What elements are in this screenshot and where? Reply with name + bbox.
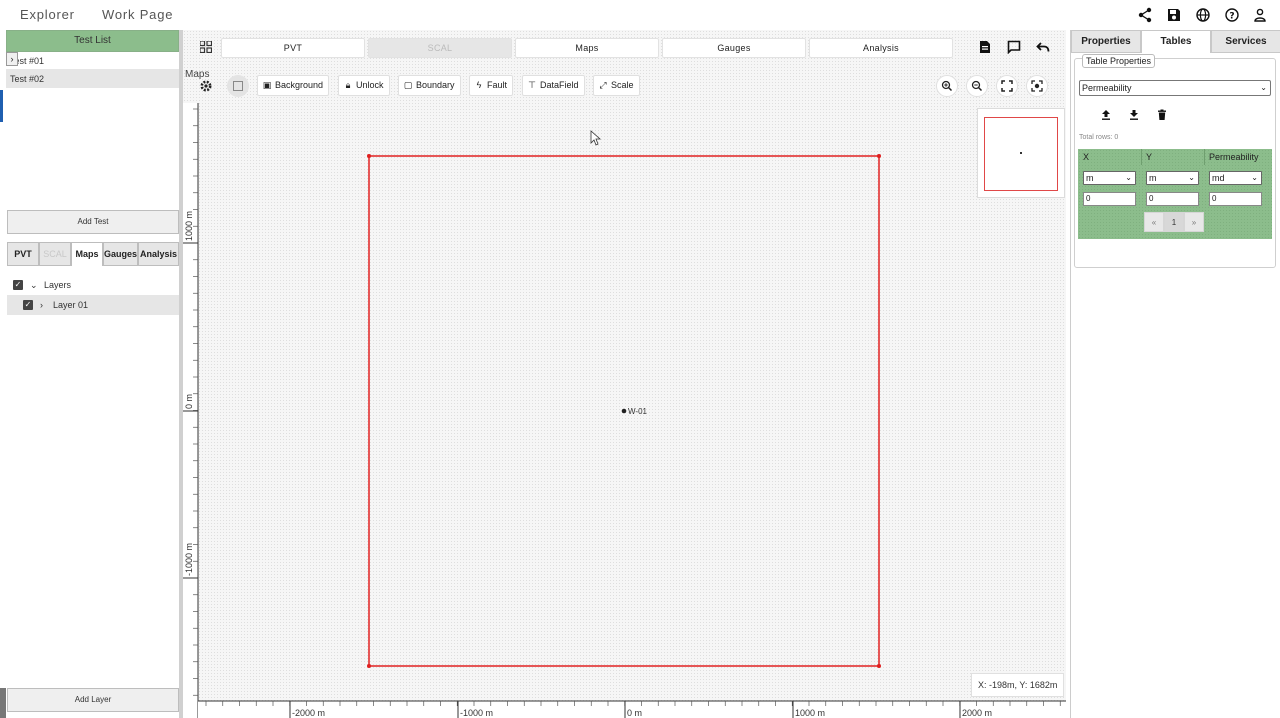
boundary-vertex[interactable] — [877, 154, 881, 158]
x-tick-label: 0 m — [627, 708, 642, 718]
permeability-unit-value: md — [1212, 173, 1225, 183]
tree-row-layers[interactable]: ✓ ⌄ Layers — [7, 275, 179, 295]
add-layer-button[interactable]: Add Layer — [7, 688, 179, 712]
left-tabs: PVT SCAL Maps Gauges Analysis — [7, 242, 180, 266]
column-header-y: Y — [1146, 152, 1153, 162]
globe-icon[interactable] — [1195, 7, 1211, 23]
left-panel: Test List Test #01 Test #02 Add Test PVT… — [6, 30, 180, 718]
pagination: « 1 » — [1144, 212, 1204, 232]
column-divider — [1141, 149, 1142, 165]
well-marker[interactable] — [621, 408, 627, 414]
upload-icon[interactable] — [1101, 109, 1111, 121]
chevron-down-icon: ⌄ — [1125, 173, 1132, 182]
help-icon[interactable]: ? — [1224, 7, 1240, 23]
next-page-button[interactable]: » — [1184, 212, 1204, 232]
permeability-value-input[interactable]: 0 — [1209, 192, 1262, 206]
y-tick-label: 1000 m — [184, 211, 194, 241]
column-header-permeability: Permeability — [1209, 152, 1259, 162]
left-tab-analysis[interactable]: Analysis — [138, 242, 180, 266]
y-unit-value: m — [1149, 173, 1157, 183]
left-tab-gauges[interactable]: Gauges — [103, 242, 139, 266]
left-edge-accent — [0, 90, 3, 122]
y-value-input[interactable]: 0 — [1146, 192, 1199, 206]
page-1-button[interactable]: 1 — [1164, 212, 1184, 232]
table-properties-box: Table Properties Permeability ⌄ Total ro… — [1074, 54, 1276, 268]
map-workspace: PVT SCAL Maps Gauges Analysis Maps ▣ Back… — [183, 30, 1066, 718]
chevron-down-icon: ⌄ — [1251, 173, 1258, 182]
previous-page-button[interactable]: « — [1144, 212, 1164, 232]
delete-icon[interactable] — [1157, 109, 1167, 121]
total-rows-text: Total rows: 0 — [1079, 134, 1119, 141]
column-divider — [1204, 149, 1205, 165]
top-bar: Explorer Work Page ? — [0, 0, 1280, 30]
save-icon[interactable] — [1166, 7, 1182, 23]
x-tick-label: -2000 m — [292, 708, 325, 718]
left-tab-pvt[interactable]: PVT — [7, 242, 39, 266]
table-type-select[interactable]: Permeability ⌄ — [1079, 80, 1271, 96]
column-header-x: X — [1083, 152, 1090, 162]
chevron-down-icon: ⌄ — [1188, 173, 1195, 182]
tab-properties[interactable]: Properties — [1071, 30, 1141, 53]
layers-label: Layers — [44, 280, 72, 290]
boundary-vertex[interactable] — [877, 664, 881, 668]
test-item-02[interactable]: Test #02 — [6, 70, 179, 88]
chevron-down-icon: ⌄ — [1260, 83, 1267, 92]
add-test-button[interactable]: Add Test — [7, 210, 179, 234]
y-unit-select[interactable]: m ⌄ — [1146, 171, 1199, 185]
tree-row-layer-01[interactable]: ✓ › Layer 01 — [7, 295, 179, 315]
cursor-coordinates: X: -198m, Y: 1682m — [971, 673, 1065, 697]
explorer-tab[interactable]: Explorer — [20, 7, 75, 22]
share-icon[interactable] — [1137, 7, 1153, 23]
x-unit-select[interactable]: m ⌄ — [1083, 171, 1136, 185]
work-page-tab[interactable]: Work Page — [102, 7, 173, 22]
right-panel: Properties Tables Services Table Propert… — [1070, 30, 1280, 718]
right-tabs: Properties Tables Services — [1071, 30, 1280, 53]
map-canvas[interactable]: -2000 m -1000 m 0 m 1000 m 2000 m 1000 m… — [183, 30, 1066, 718]
minimap[interactable] — [977, 108, 1065, 198]
collapse-chevron-icon[interactable]: › — [40, 295, 43, 315]
table-properties-legend: Table Properties — [1082, 54, 1156, 68]
layer-01-label: Layer 01 — [53, 300, 89, 310]
layers-checkbox[interactable]: ✓ — [13, 280, 23, 290]
permeability-unit-select[interactable]: md ⌄ — [1209, 171, 1262, 185]
svg-text:?: ? — [1229, 12, 1234, 22]
download-icon[interactable] — [1129, 109, 1139, 121]
left-tab-maps[interactable]: Maps — [71, 242, 103, 266]
mouse-cursor-icon — [590, 130, 602, 146]
layer-01-checkbox[interactable]: ✓ — [23, 300, 33, 310]
tab-services[interactable]: Services — [1211, 30, 1280, 53]
x-tick-label: -1000 m — [460, 708, 493, 718]
y-tick-label: 0 m — [184, 394, 194, 409]
minimap-boundary — [984, 117, 1058, 191]
boundary-vertex[interactable] — [367, 154, 371, 158]
y-tick-label: -1000 m — [184, 543, 194, 576]
table-type-value: Permeability — [1082, 83, 1132, 93]
test-item-01[interactable]: Test #01 — [6, 52, 179, 70]
minimap-well — [1020, 152, 1022, 154]
well-label: W-01 — [628, 407, 648, 416]
tab-tables[interactable]: Tables — [1141, 30, 1211, 53]
data-table: X Y Permeability m ⌄ m ⌄ md ⌄ 0 0 0 « 1 » — [1078, 149, 1272, 239]
expand-chevron-icon[interactable]: ⌄ — [30, 275, 38, 295]
left-tab-scal[interactable]: SCAL — [39, 242, 71, 266]
x-tick-label: 1000 m — [795, 708, 825, 718]
x-value-input[interactable]: 0 — [1083, 192, 1136, 206]
x-unit-value: m — [1086, 173, 1094, 183]
collapse-panel-button[interactable]: › — [6, 52, 18, 66]
account-icon[interactable] — [1252, 7, 1268, 23]
test-list-header: Test List — [6, 30, 179, 52]
boundary-vertex[interactable] — [367, 664, 371, 668]
x-tick-label: 2000 m — [962, 708, 992, 718]
